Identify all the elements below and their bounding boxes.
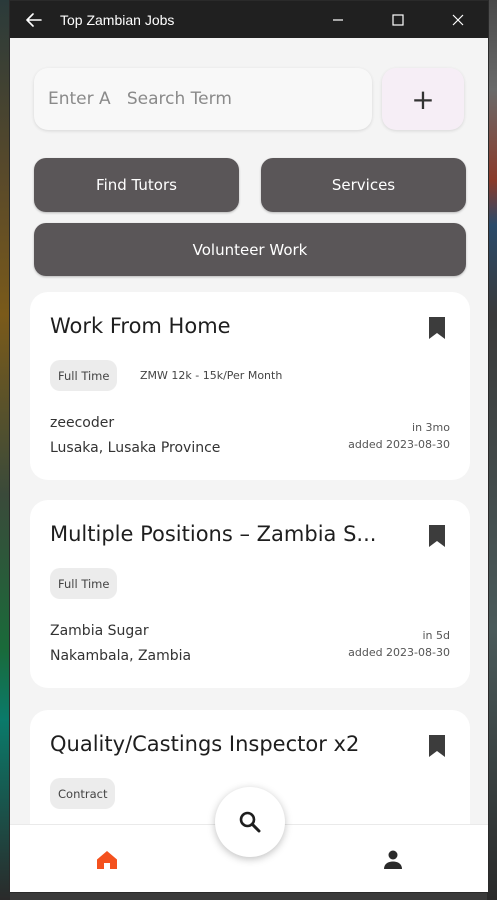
- main-content: + Find Tutors Services Volunteer Work Wo…: [10, 38, 488, 824]
- salary-text: ZMW 12k - 15k/Per Month: [140, 369, 283, 382]
- job-title: Work From Home: [50, 314, 231, 338]
- job-title: Quality/Castings Inspector x2: [50, 732, 360, 756]
- bookmark-icon[interactable]: [428, 734, 446, 758]
- back-button[interactable]: [10, 1, 58, 38]
- window-controls: [308, 1, 488, 38]
- title-bar: Top Zambian Jobs: [10, 1, 488, 38]
- company-name: zeecoder: [50, 415, 115, 431]
- maximize-icon: [392, 13, 404, 26]
- posted-time: in 3mo: [412, 421, 450, 434]
- search-fab[interactable]: [215, 787, 285, 857]
- bookmark-icon[interactable]: [428, 524, 446, 548]
- maximize-button[interactable]: [368, 1, 428, 38]
- added-date: added 2023-08-30: [348, 646, 450, 659]
- window-title: Top Zambian Jobs: [60, 11, 175, 28]
- bookmark-icon[interactable]: [428, 316, 446, 340]
- find-tutors-button[interactable]: Find Tutors: [34, 158, 239, 212]
- job-card[interactable]: Multiple Positions – Zambia S... Full Ti…: [30, 500, 470, 688]
- search-box[interactable]: [34, 68, 372, 130]
- job-type-tag: Contract: [50, 778, 116, 809]
- search-icon: [239, 811, 261, 833]
- posted-time: in 5d: [422, 629, 450, 642]
- arrow-left-icon: [26, 12, 42, 27]
- job-type-tag: Full Time: [50, 360, 118, 391]
- job-title: Multiple Positions – Zambia S...: [50, 522, 377, 546]
- company-name: Zambia Sugar: [50, 623, 149, 639]
- minimize-icon: [333, 18, 343, 21]
- person-icon[interactable]: [382, 849, 404, 871]
- job-card[interactable]: Work From Home Full Time ZMW 12k - 15k/P…: [30, 292, 470, 480]
- add-button[interactable]: +: [382, 68, 464, 130]
- services-button[interactable]: Services: [261, 158, 466, 212]
- search-row: +: [34, 68, 466, 130]
- search-input[interactable]: [48, 89, 372, 109]
- job-location: Nakambala, Zambia: [50, 648, 192, 664]
- app-window: Top Zambian Jobs + Find Tutors Services …: [9, 0, 489, 893]
- close-icon: [452, 14, 464, 25]
- job-type-tag: Full Time: [50, 568, 118, 599]
- home-icon[interactable]: [96, 850, 118, 870]
- job-location: Lusaka, Lusaka Province: [50, 440, 221, 456]
- minimize-button[interactable]: [308, 1, 368, 38]
- close-button[interactable]: [428, 1, 488, 38]
- volunteer-work-button[interactable]: Volunteer Work: [34, 223, 466, 276]
- added-date: added 2023-08-30: [348, 438, 450, 451]
